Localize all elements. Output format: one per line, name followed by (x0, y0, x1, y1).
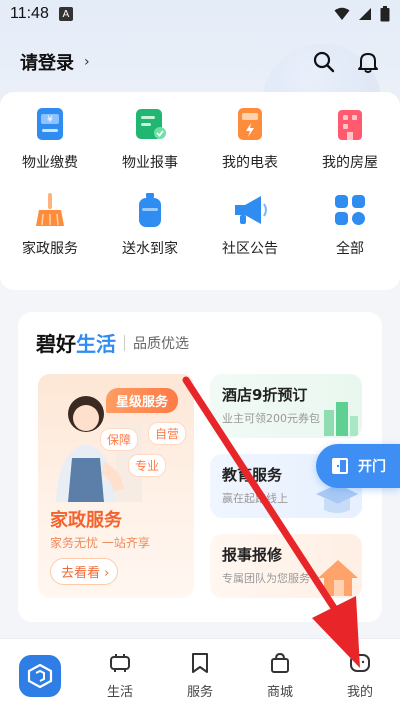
service-label: 物业缴费 (22, 155, 78, 171)
property-fee-icon: ¥ (30, 104, 70, 144)
tag-self-operated: 自营 (148, 422, 187, 445)
promo-title: 教育服务 (222, 466, 283, 484)
service-card: ¥ 物业缴费 物业报事 我的电表 我的房屋 家政服务 送水到家 社区公告 全部 (0, 92, 400, 290)
promo-subtitle: 专属团队为您服务 (222, 572, 310, 585)
notification-badge: A (58, 7, 73, 21)
svg-text:¥: ¥ (47, 115, 53, 125)
search-icon[interactable] (312, 50, 336, 74)
service-label: 我的房屋 (322, 155, 378, 171)
tab-label: 商城 (266, 685, 293, 700)
housekeeping-promo-card[interactable]: 星级服务 保障 自营 专业 家政服务 家务无忧 一站齐享 去看看 › (38, 374, 194, 598)
tab-label: 服务 (186, 685, 213, 700)
community-megaphone-icon (230, 190, 270, 230)
door-icon (332, 458, 348, 474)
service-housekeeping[interactable]: 家政服务 (0, 190, 100, 258)
promo-subtitle: 家务无忧 一站齐享 (50, 536, 150, 550)
promo-title: 酒店9折预订 (222, 386, 308, 404)
shopping-bag-icon (271, 652, 289, 673)
housekeeping-broom-icon (30, 190, 70, 230)
chevron-right-icon: › (104, 566, 110, 581)
home-logo-icon (19, 655, 61, 697)
my-house-icon (330, 104, 370, 144)
tab-label: 生活 (106, 685, 133, 700)
hotel-promo-card[interactable]: 酒店9折预订 业主可领200元券包 (210, 374, 362, 438)
brand-name-part1: 碧好 (36, 332, 76, 356)
status-time: 11:48 (10, 5, 49, 22)
login-button[interactable]: 请登录 (20, 49, 74, 75)
signal-icon (359, 8, 371, 20)
service-all[interactable]: 全部 (300, 190, 400, 258)
life-icon (110, 654, 130, 672)
property-report-icon (130, 104, 170, 144)
status-bar: 11:48 A (0, 0, 400, 28)
tab-life[interactable]: 生活 (80, 639, 160, 712)
service-my-house[interactable]: 我的房屋 (300, 104, 400, 172)
tab-home[interactable] (0, 639, 80, 712)
promo-title: 报事报修 (222, 546, 283, 564)
repair-house-icon (318, 560, 358, 596)
tab-label: 我的 (346, 685, 373, 700)
service-property-report[interactable]: 物业报事 (100, 104, 200, 172)
promo-subtitle: 赢在起跑线上 (222, 492, 288, 505)
all-grid-icon (330, 190, 370, 230)
open-door-button[interactable]: 开门 (316, 444, 400, 488)
service-electric-meter[interactable]: 我的电表 (200, 104, 300, 172)
service-label: 全部 (336, 241, 364, 257)
service-water-delivery[interactable]: 送水到家 (100, 190, 200, 258)
tab-mine[interactable]: 我的 (320, 639, 400, 712)
battery-icon (380, 6, 390, 22)
tab-mall[interactable]: 商城 (240, 639, 320, 712)
chevron-right-icon[interactable]: › (84, 54, 90, 70)
service-bookmark-icon (192, 653, 208, 673)
go-look-label: 去看看 (61, 566, 101, 581)
service-label: 送水到家 (122, 241, 178, 257)
service-grid: ¥ 物业缴费 物业报事 我的电表 我的房屋 家政服务 送水到家 社区公告 全部 (0, 104, 400, 258)
service-label: 物业报事 (122, 155, 178, 171)
tag-professional: 专业 (128, 454, 167, 477)
service-label: 我的电表 (222, 155, 278, 171)
tag-guarantee: 保障 (100, 428, 139, 451)
life-section-header: 碧好 生活 品质优选 (36, 328, 189, 357)
promo-title: 家政服务 (50, 510, 122, 531)
water-delivery-icon (130, 190, 170, 230)
service-label: 社区公告 (222, 241, 278, 257)
go-look-button[interactable]: 去看看 › (50, 558, 119, 585)
bottom-tab-bar: 生活 服务 商城 我的 (0, 638, 400, 712)
open-door-label: 开门 (358, 459, 386, 475)
brand-name-part2: 生活 (76, 332, 116, 356)
top-header: 请登录 › (0, 40, 400, 84)
hotel-building-icon (324, 402, 358, 436)
tab-service[interactable]: 服务 (160, 639, 240, 712)
wifi-icon (334, 7, 350, 20)
brand-divider (124, 334, 125, 351)
service-property-fee[interactable]: ¥ 物业缴费 (0, 104, 100, 172)
profile-icon (350, 654, 370, 672)
service-community-notice[interactable]: 社区公告 (200, 190, 300, 258)
service-label: 家政服务 (22, 241, 78, 257)
electric-meter-icon (230, 104, 270, 144)
promo-subtitle: 业主可领200元券包 (222, 412, 320, 425)
brand-subtitle: 品质优选 (133, 335, 189, 352)
repair-promo-card[interactable]: 报事报修 专属团队为您服务 (210, 534, 362, 598)
star-service-badge: 星级服务 (106, 388, 179, 413)
bell-icon[interactable] (356, 50, 380, 74)
